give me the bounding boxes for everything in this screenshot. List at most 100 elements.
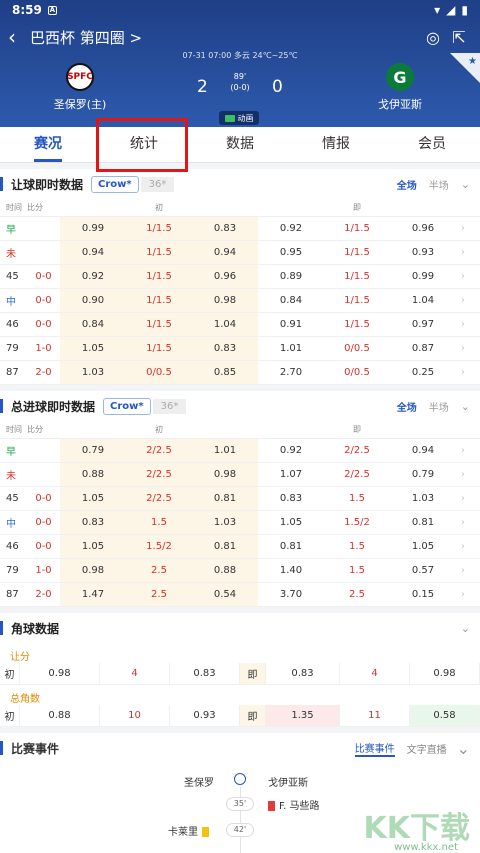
watermark-url: www.kkx.net <box>394 842 458 853</box>
tab-events[interactable]: 比赛事件 <box>354 740 395 757</box>
chevron-right-icon[interactable]: › <box>456 589 470 600</box>
odds-cell: 早 <box>6 447 16 458</box>
chevron-right-icon[interactable]: › <box>456 541 470 552</box>
odds-cell: 0.79 <box>411 469 435 480</box>
odds-cell: 2.70 <box>279 367 303 378</box>
chevron-right-icon[interactable]: › <box>456 343 470 354</box>
odds-cell: 0.89 <box>279 271 303 282</box>
tab-member[interactable]: 会员 <box>384 127 480 162</box>
odds-cell: 0.99 <box>60 217 126 240</box>
odds-row[interactable]: 中 0-0 0.90 1/1.5 0.98 0.84 1/1.5 1.04 › <box>0 289 480 313</box>
col-first: 初 <box>155 425 163 434</box>
odds-cell: 1.5/2 <box>126 535 192 558</box>
odds-row[interactable]: 早 0.79 2/2.5 1.01 0.92 2/2.5 0.94 › <box>0 439 480 463</box>
odds-cell: 2-0 <box>35 367 52 378</box>
odds-cell: 0.94 <box>60 241 126 264</box>
event-home-player: 卡莱里 <box>168 823 209 838</box>
company-chip-36[interactable]: 36* <box>140 176 175 192</box>
chevron-right-icon[interactable]: › <box>456 367 470 378</box>
odds-cell: 0/0.5 <box>126 361 192 384</box>
odds-row[interactable]: 未 0.94 1/1.5 0.94 0.95 1/1.5 0.93 › <box>0 241 480 265</box>
odds-row[interactable]: 45 0-0 1.05 2/2.5 0.81 0.83 1.5 1.03 › <box>0 487 480 511</box>
odds-row[interactable]: 45 0-0 0.92 1/1.5 0.96 0.89 1/1.5 0.99 › <box>0 265 480 289</box>
odds-cell: 1.40 <box>279 565 303 576</box>
tab-data[interactable]: 数据 <box>192 127 288 162</box>
odds-row[interactable]: 46 0-0 0.84 1/1.5 1.04 0.91 1/1.5 0.97 › <box>0 313 480 337</box>
company-chip-crow[interactable]: Crow* <box>103 397 151 415</box>
half-time-toggle[interactable]: 半场 <box>429 399 449 414</box>
corner-row[interactable]: 初 0.88 10 0.93 即 1.35 11 0.58 <box>0 705 480 727</box>
chevron-right-icon[interactable]: › <box>456 319 470 330</box>
odds-cell: 0.93 <box>411 247 435 258</box>
odds-cell: 0.96 <box>411 223 435 234</box>
odds-row[interactable]: 79 1-0 1.05 1/1.5 0.83 1.01 0/0.5 0.87 › <box>0 337 480 361</box>
odds-row[interactable]: 79 1-0 0.98 2.5 0.88 1.40 1.5 0.57 › <box>0 559 480 583</box>
odds-cell: 87 <box>6 589 19 600</box>
odds-row[interactable]: 早 0.99 1/1.5 0.83 0.92 1/1.5 0.96 › <box>0 217 480 241</box>
odds-row[interactable]: 87 2-0 1.03 0/0.5 0.85 2.70 0/0.5 0.25 › <box>0 361 480 385</box>
away-team[interactable]: G 戈伊亚斯 <box>355 63 445 112</box>
odds-row[interactable]: 未 0.88 2/2.5 0.98 1.07 2/2.5 0.79 › <box>0 463 480 487</box>
odds-cell: 45 <box>6 271 19 282</box>
odds-cell: 2.5 <box>349 589 365 600</box>
event-away-player: F. 马些路 <box>268 797 320 812</box>
odds-cell: 1.05 <box>279 517 303 528</box>
chevron-down-icon[interactable]: ⌄ <box>461 622 470 635</box>
chevron-right-icon[interactable]: › <box>456 493 470 504</box>
odds-cell: 0.97 <box>411 319 435 330</box>
chevron-right-icon[interactable]: › <box>456 445 470 456</box>
competition-title[interactable]: 巴西杯 第四圈 > <box>30 27 420 48</box>
full-time-toggle[interactable]: 全场 <box>397 177 417 192</box>
odds-cell: 1.05 <box>60 487 126 510</box>
corner-cell: 0.98 <box>410 663 480 684</box>
target-icon[interactable]: ◎ <box>420 28 446 47</box>
corner-row[interactable]: 初 0.98 4 0.83 即 0.83 4 0.98 <box>0 663 480 685</box>
chevron-right-icon[interactable]: › <box>456 469 470 480</box>
odds-cell: 0.81 <box>192 535 258 558</box>
odds-cell: 1.5 <box>126 511 192 534</box>
chevron-right-icon[interactable]: › <box>456 517 470 528</box>
favorite-corner[interactable]: ★ <box>450 53 480 83</box>
odds-cell: 0.15 <box>411 589 435 600</box>
company-chip-crow[interactable]: Crow* <box>91 175 139 193</box>
tab-live[interactable]: 赛况 <box>0 127 96 162</box>
odds-cell: 0.99 <box>411 271 435 282</box>
back-button[interactable]: ‹ <box>8 25 30 49</box>
tab-stats[interactable]: 统计 <box>96 127 192 162</box>
odds-cell: 1.5 <box>349 541 365 552</box>
odds-cell: 1/1.5 <box>126 265 192 288</box>
home-team[interactable]: SPFC 圣保罗(主) <box>35 63 125 112</box>
odds-row[interactable]: 87 2-0 1.47 2.5 0.54 3.70 2.5 0.15 › <box>0 583 480 607</box>
events-away-name: 戈伊亚斯 <box>268 778 308 789</box>
away-score: 0 <box>272 77 283 97</box>
animation-button[interactable]: 动画 <box>219 111 259 125</box>
odds-row[interactable]: 中 0-0 0.83 1.5 1.03 1.05 1.5/2 0.81 › <box>0 511 480 535</box>
chevron-right-icon[interactable]: › <box>456 565 470 576</box>
column-header: 时间 比分 初 即 <box>0 421 480 439</box>
player-name: F. 马些路 <box>279 801 320 812</box>
half-time-toggle[interactable]: 半场 <box>429 177 449 192</box>
company-chip-36[interactable]: 36* <box>152 398 187 414</box>
share-icon[interactable]: ⇱ <box>446 28 472 47</box>
chevron-down-icon[interactable]: ⌄ <box>457 739 470 758</box>
chevron-right-icon[interactable]: › <box>456 247 470 258</box>
chevron-down-icon[interactable]: ⌄ <box>461 178 470 191</box>
chevron-right-icon[interactable]: › <box>456 223 470 234</box>
odds-cell: 0-0 <box>35 271 52 282</box>
odds-cell: 1.05 <box>411 541 435 552</box>
chevron-down-icon[interactable]: ⌄ <box>461 400 470 413</box>
chevron-right-icon[interactable]: › <box>456 295 470 306</box>
chevron-right-icon[interactable]: › <box>456 271 470 282</box>
odds-row[interactable]: 46 0-0 1.05 1.5/2 0.81 0.81 1.5 1.05 › <box>0 535 480 559</box>
section-title: 角球数据 <box>11 621 60 636</box>
odds-cell: 46 <box>6 319 19 330</box>
odds-cell: 0.81 <box>279 541 303 552</box>
odds-cell: 1.5 <box>349 565 365 576</box>
battery-icon: ▮ <box>461 3 468 17</box>
full-time-toggle[interactable]: 全场 <box>397 399 417 414</box>
odds-cell: 1.47 <box>60 583 126 606</box>
tab-intel[interactable]: 情报 <box>288 127 384 162</box>
tab-text-live[interactable]: 文字直播 <box>407 741 447 756</box>
odds-cell: 0.81 <box>192 487 258 510</box>
odds-cell: 0.90 <box>60 289 126 312</box>
